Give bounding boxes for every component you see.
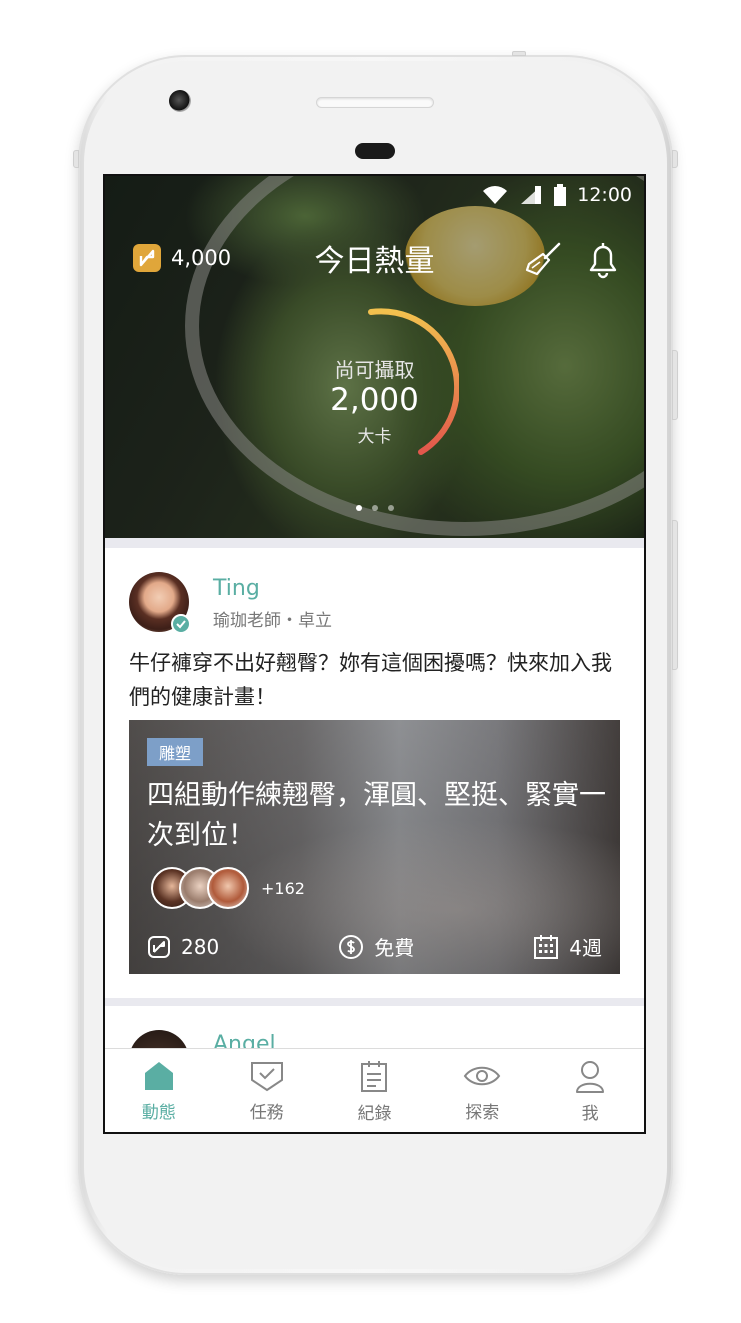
task-check-icon: [250, 1062, 283, 1092]
user-icon: [576, 1061, 605, 1093]
status-time: 12:00: [577, 184, 632, 206]
bell-icon[interactable]: [585, 240, 621, 284]
feed-post[interactable]: Ting 瑜珈老師・卓立 牛仔褲穿不出好翹臀？妳有這個困擾嗎？快來加入我們的健康…: [105, 548, 644, 998]
participants[interactable]: +162: [151, 866, 305, 910]
calorie-remaining-label: 尚可攝取: [334, 358, 415, 382]
points-icon: [148, 935, 170, 958]
proximity-sensor: [355, 143, 395, 159]
tab-records[interactable]: 紀錄: [321, 1049, 429, 1132]
plan-stats: 280 免費 4週: [147, 932, 602, 961]
tab-label: 任務: [249, 1103, 284, 1123]
duration-stat: 4週: [533, 932, 602, 961]
status-bar: 12:00: [481, 182, 632, 208]
bottom-tab-bar: 動態 任務 紀錄 探索 我: [105, 1048, 644, 1132]
plan-title: 四組動作練翹臀，渾圓、堅挺、緊實一次到位！: [147, 780, 606, 851]
participant-avatar: [207, 867, 249, 909]
wifi-icon: [483, 186, 508, 204]
tab-feed[interactable]: 動態: [105, 1049, 213, 1132]
signal-icon: [521, 186, 542, 204]
points-value: 280: [181, 934, 220, 959]
right-top-button: [672, 150, 678, 168]
broom-icon[interactable]: [523, 240, 563, 284]
battery-icon: [554, 184, 567, 206]
clipboard-icon: [361, 1061, 388, 1092]
calorie-remaining-value: 2,000: [330, 382, 419, 418]
carousel-dot[interactable]: [387, 505, 394, 511]
tab-label: 探索: [465, 1103, 500, 1123]
left-button: [73, 150, 79, 168]
category-tag: 雕塑: [147, 738, 204, 766]
carousel-dot[interactable]: [355, 505, 362, 511]
tab-me[interactable]: 我: [536, 1049, 644, 1132]
duration-value: 4週: [569, 936, 602, 960]
post-text: 牛仔褲穿不出好翹臀？妳有這個困擾嗎？快來加入我們的健康計畫！: [129, 651, 612, 709]
calorie-unit: 大卡: [357, 427, 392, 447]
volume-button: [672, 520, 678, 670]
tab-label: 我: [581, 1104, 599, 1124]
carousel-dot[interactable]: [371, 505, 378, 511]
front-camera: [169, 90, 191, 112]
tab-label: 動態: [141, 1103, 176, 1123]
earpiece-speaker: [316, 97, 434, 108]
power-button: [672, 350, 678, 420]
verified-badge-icon: [171, 614, 191, 634]
tab-tasks[interactable]: 任務: [213, 1049, 321, 1132]
app-screen: 12:00 4,000 今日熱量 尚可攝取 2,000 大卡 Ting 瑜珈老師…: [103, 174, 646, 1134]
activity-feed: Ting 瑜珈老師・卓立 牛仔褲穿不出好翹臀？妳有這個困擾嗎？快來加入我們的健康…: [105, 538, 644, 1066]
home-icon: [144, 1062, 173, 1090]
calendar-icon: [534, 934, 559, 959]
points-stat: 280: [147, 932, 219, 961]
page-title: 今日熱量: [314, 244, 435, 279]
top-notch-button: [512, 51, 526, 56]
plan-card[interactable]: 雕塑 四組動作練翹臀，渾圓、堅挺、緊實一次到位！ +162 280 免費 4週: [129, 720, 620, 974]
price-stat: 免費: [338, 932, 414, 961]
author-meta: 瑜珈老師・卓立: [213, 611, 332, 631]
price-value: 免費: [374, 936, 415, 960]
eye-icon: [464, 1066, 501, 1086]
carousel-dots[interactable]: [105, 505, 644, 511]
tab-label: 紀錄: [357, 1104, 392, 1124]
calorie-hero-banner[interactable]: 12:00 4,000 今日熱量 尚可攝取 2,000 大卡: [105, 176, 644, 538]
author-name[interactable]: Ting: [213, 576, 260, 601]
participants-count: +162: [261, 878, 305, 898]
tab-explore[interactable]: 探索: [428, 1049, 536, 1132]
dollar-icon: [339, 934, 364, 959]
